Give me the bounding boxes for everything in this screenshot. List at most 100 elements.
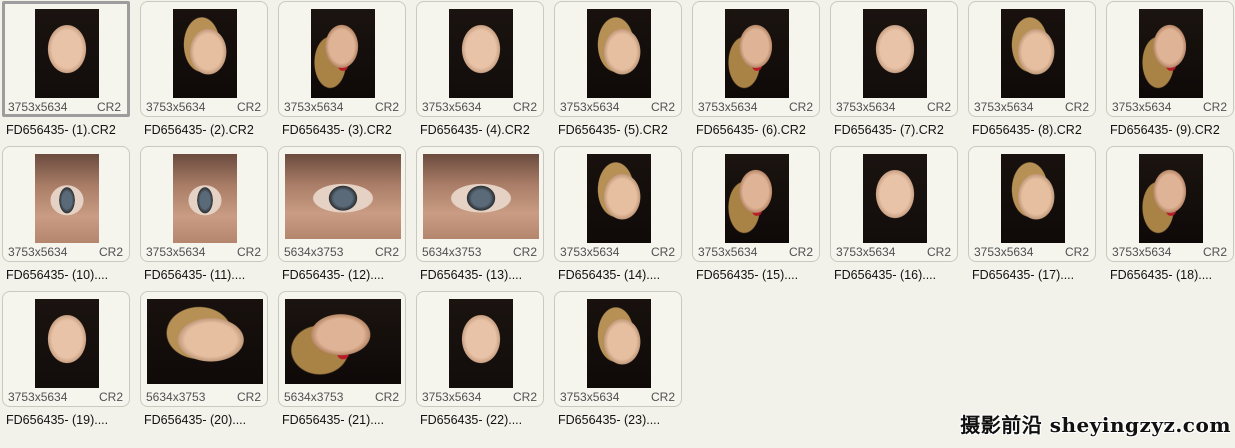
image-dimensions: 3753x5634 [1112,245,1172,259]
file-thumbnail[interactable]: 3753x5634 CR2 [554,146,682,262]
file-meta: 3753x5634 CR2 [146,100,261,114]
photo-preview [311,9,375,98]
file-name[interactable]: FD656435- (5).CR2 [558,123,690,137]
file-item[interactable]: 3753x5634 CR2 FD656435- (8).CR2 [968,1,1106,146]
image-dimensions: 5634x3753 [422,245,482,259]
file-thumbnail[interactable]: 3753x5634 CR2 [416,1,544,117]
file-thumbnail[interactable]: 3753x5634 CR2 [830,1,958,117]
file-meta: 3753x5634 CR2 [974,245,1089,259]
file-extension-badge: CR2 [650,100,675,114]
file-thumbnail[interactable]: 3753x5634 CR2 [278,1,406,117]
image-dimensions: 3753x5634 [560,245,620,259]
file-extension-badge: CR2 [374,390,399,404]
file-thumbnail[interactable]: 3753x5634 CR2 [554,291,682,407]
file-name[interactable]: FD656435- (1).CR2 [6,123,138,137]
file-item[interactable]: 3753x5634 CR2 FD656435- (6).CR2 [692,1,830,146]
file-item[interactable]: 3753x5634 CR2 FD656435- (16).... [830,146,968,291]
file-thumbnail[interactable]: 3753x5634 CR2 [968,1,1096,117]
file-item[interactable]: 3753x5634 CR2 FD656435- (3).CR2 [278,1,416,146]
file-name[interactable]: FD656435- (19).... [6,413,138,427]
file-thumbnail[interactable]: 5634x3753 CR2 [278,291,406,407]
file-extension-badge: CR2 [1064,245,1089,259]
file-item[interactable]: 3753x5634 CR2 FD656435- (4).CR2 [416,1,554,146]
file-item[interactable]: 3753x5634 CR2 FD656435- (14).... [554,146,692,291]
photo-preview [423,154,539,239]
file-name[interactable]: FD656435- (3).CR2 [282,123,414,137]
file-name[interactable]: FD656435- (17).... [972,268,1104,282]
file-meta: 5634x3753 CR2 [146,390,261,404]
file-extension-badge: CR2 [788,100,813,114]
file-thumbnail[interactable]: 3753x5634 CR2 [416,291,544,407]
file-meta: 3753x5634 CR2 [974,100,1089,114]
file-thumbnail[interactable]: 3753x5634 CR2 [140,146,268,262]
file-item[interactable]: 3753x5634 CR2 FD656435- (19).... [2,291,140,436]
file-item[interactable]: 5634x3753 CR2 FD656435- (13).... [416,146,554,291]
file-name[interactable]: FD656435- (15).... [696,268,828,282]
photo-preview [173,154,237,243]
photo-preview [587,299,651,388]
file-meta: 3753x5634 CR2 [836,100,951,114]
file-name[interactable]: FD656435- (10).... [6,268,138,282]
file-item[interactable]: 5634x3753 CR2 FD656435- (12).... [278,146,416,291]
file-name[interactable]: FD656435- (22).... [420,413,552,427]
file-extension-badge: CR2 [650,390,675,404]
file-name[interactable]: FD656435- (20).... [144,413,276,427]
file-item[interactable]: 5634x3753 CR2 FD656435- (20).... [140,291,278,436]
file-thumbnail[interactable]: 5634x3753 CR2 [278,146,406,262]
file-item[interactable]: 3753x5634 CR2 FD656435- (7).CR2 [830,1,968,146]
photo-preview [1001,154,1065,243]
file-item[interactable]: 3753x5634 CR2 FD656435- (23).... [554,291,692,436]
image-dimensions: 3753x5634 [560,100,620,114]
file-name[interactable]: FD656435- (7).CR2 [834,123,966,137]
file-extension-badge: CR2 [1202,100,1227,114]
file-item[interactable]: 3753x5634 CR2 FD656435- (5).CR2 [554,1,692,146]
file-thumbnail[interactable]: 5634x3753 CR2 [416,146,544,262]
file-item[interactable]: 5634x3753 CR2 FD656435- (21).... [278,291,416,436]
image-dimensions: 3753x5634 [836,245,896,259]
file-thumbnail[interactable]: 3753x5634 CR2 [1106,1,1234,117]
image-dimensions: 3753x5634 [1112,100,1172,114]
photo-preview [1001,9,1065,98]
file-extension-badge: CR2 [512,390,537,404]
file-name[interactable]: FD656435- (2).CR2 [144,123,276,137]
file-item[interactable]: 3753x5634 CR2 FD656435- (2).CR2 [140,1,278,146]
file-name[interactable]: FD656435- (16).... [834,268,966,282]
file-item[interactable]: 3753x5634 CR2 FD656435- (22).... [416,291,554,436]
file-extension-badge: CR2 [374,100,399,114]
file-thumbnail[interactable]: 3753x5634 CR2 [554,1,682,117]
file-name[interactable]: FD656435- (6).CR2 [696,123,828,137]
file-thumbnail[interactable]: 3753x5634 CR2 [830,146,958,262]
file-thumbnail[interactable]: 3753x5634 CR2 [692,1,820,117]
file-name[interactable]: FD656435- (4).CR2 [420,123,552,137]
file-name[interactable]: FD656435- (13).... [420,268,552,282]
thumbnail-grid: 3753x5634 CR2 FD656435- (1).CR2 3753x5634 CR… [0,0,1235,448]
file-thumbnail[interactable]: 3753x5634 CR2 [2,146,130,262]
file-name[interactable]: FD656435- (9).CR2 [1110,123,1235,137]
file-name[interactable]: FD656435- (14).... [558,268,690,282]
file-name[interactable]: FD656435- (18).... [1110,268,1235,282]
file-thumbnail[interactable]: 3753x5634 CR2 [968,146,1096,262]
file-thumbnail[interactable]: 3753x5634 CR2 [2,291,130,407]
file-item[interactable]: 3753x5634 CR2 FD656435- (1).CR2 [2,1,140,146]
file-item[interactable]: 3753x5634 CR2 FD656435- (18).... [1106,146,1235,291]
file-item[interactable]: 3753x5634 CR2 FD656435- (10).... [2,146,140,291]
file-thumbnail[interactable]: 5634x3753 CR2 [140,291,268,407]
file-extension-badge: CR2 [374,245,399,259]
file-meta: 3753x5634 CR2 [698,100,813,114]
file-name[interactable]: FD656435- (21).... [282,413,414,427]
file-name[interactable]: FD656435- (8).CR2 [972,123,1104,137]
file-name[interactable]: FD656435- (23).... [558,413,690,427]
file-extension-badge: CR2 [512,100,537,114]
file-name[interactable]: FD656435- (11).... [144,268,276,282]
image-dimensions: 3753x5634 [146,245,206,259]
file-item[interactable]: 3753x5634 CR2 FD656435- (15).... [692,146,830,291]
file-thumbnail[interactable]: 3753x5634 CR2 [1106,146,1234,262]
file-thumbnail[interactable]: 3753x5634 CR2 [692,146,820,262]
file-thumbnail[interactable]: 3753x5634 CR2 [140,1,268,117]
file-thumbnail[interactable]: 3753x5634 CR2 [2,1,130,117]
file-name[interactable]: FD656435- (12).... [282,268,414,282]
photo-preview [1139,9,1203,98]
file-item[interactable]: 3753x5634 CR2 FD656435- (11).... [140,146,278,291]
file-item[interactable]: 3753x5634 CR2 FD656435- (17).... [968,146,1106,291]
file-item[interactable]: 3753x5634 CR2 FD656435- (9).CR2 [1106,1,1235,146]
